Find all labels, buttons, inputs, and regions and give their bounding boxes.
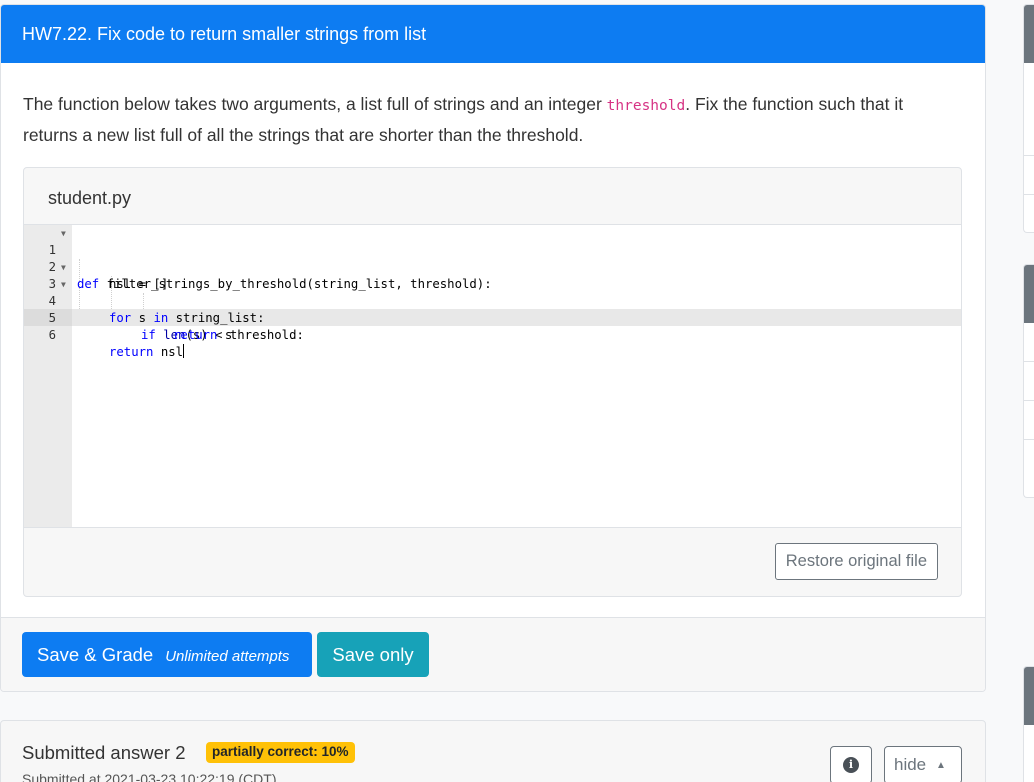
hide-label: hide xyxy=(894,755,927,774)
side-panel-card xyxy=(1023,4,1034,233)
code-line[interactable]: 4 ▼ if len(s) < threshold: xyxy=(24,276,961,342)
info-icon: i xyxy=(843,757,859,773)
submission-timestamp: Submitted at 2021-03-23 10:22:19 (CDT) xyxy=(22,771,277,782)
side-panel-card xyxy=(1023,666,1034,782)
question-prompt: The function below takes two arguments, … xyxy=(23,90,953,150)
fold-arrow-icon[interactable]: ▼ xyxy=(61,276,66,293)
side-panel-card xyxy=(1023,264,1034,498)
restore-original-file-button[interactable]: Restore original file xyxy=(774,543,938,580)
prompt-inline-code: threshold xyxy=(606,98,686,114)
file-name: student.py xyxy=(24,168,961,225)
prompt-text-start: The function below takes two arguments, … xyxy=(23,94,607,114)
side-panel-divider xyxy=(1024,155,1034,156)
question-actions: Save & Grade Unlimited attempts Save only xyxy=(1,617,985,691)
fold-arrow-icon[interactable]: ▼ xyxy=(61,259,66,276)
text-caret xyxy=(183,344,185,358)
hide-button[interactable]: hide ▲ xyxy=(884,746,962,782)
fold-arrow-icon[interactable]: ▼ xyxy=(61,225,66,242)
code-line[interactable]: 5 return s xyxy=(24,293,961,342)
code-line[interactable]: 3 ▼ for s in string_list: xyxy=(24,259,961,325)
question-title: HW7.22. Fix code to return smaller strin… xyxy=(1,5,985,63)
submission-title: Submitted answer 2 xyxy=(22,742,186,763)
code-line[interactable]: 6 return nsl xyxy=(24,310,961,359)
side-panel-header xyxy=(1024,667,1034,725)
code-lines: 1 ▼ def filter_strings_by_threshold(stri… xyxy=(24,225,961,359)
attempts-label: Unlimited attempts xyxy=(165,647,290,665)
side-panel-divider xyxy=(1024,361,1034,362)
submission-card: Submitted answer 2 partially correct: 10… xyxy=(0,720,986,782)
save-and-grade-button[interactable]: Save & Grade Unlimited attempts xyxy=(22,632,312,677)
status-badge: partially correct: 10% xyxy=(206,742,355,763)
side-panel-header xyxy=(1024,265,1034,323)
code-editor[interactable]: 1 ▼ def filter_strings_by_threshold(stri… xyxy=(24,225,961,528)
save-and-grade-label: Save & Grade xyxy=(37,643,154,665)
code-text: return s xyxy=(173,328,233,342)
question-card: HW7.22. Fix code to return smaller strin… xyxy=(0,4,986,692)
side-panel-divider xyxy=(1024,194,1034,195)
code-line[interactable]: 2 nsl = [] xyxy=(24,242,961,291)
save-only-button[interactable]: Save only xyxy=(317,632,429,677)
file-editor-card: student.py 1 ▼ def filter_strings_by_thr… xyxy=(23,167,962,597)
line-number: 6 xyxy=(48,328,56,342)
file-footer: Restore original file xyxy=(24,528,961,596)
side-panel-divider xyxy=(1024,439,1034,440)
code-line[interactable]: 1 ▼ def filter_strings_by_threshold(stri… xyxy=(24,225,961,291)
side-panel-divider xyxy=(1024,400,1034,401)
info-button[interactable]: i xyxy=(830,746,872,782)
chevron-up-icon: ▲ xyxy=(936,760,946,771)
question-body: The function below takes two arguments, … xyxy=(1,63,985,597)
side-panel-header xyxy=(1024,5,1034,63)
code-text: return nsl xyxy=(109,344,185,359)
